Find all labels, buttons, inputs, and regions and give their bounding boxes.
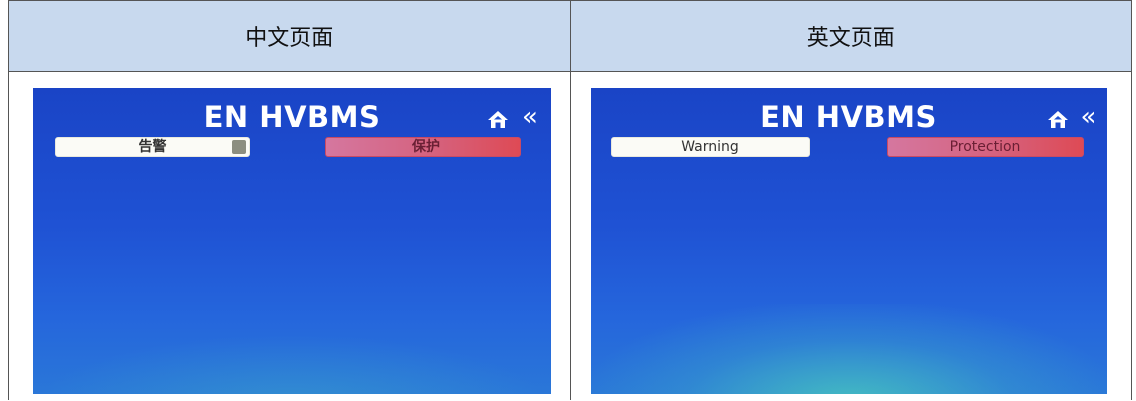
screen-title: EN HVBMS (203, 100, 381, 134)
protection-label: Protection (949, 139, 1021, 155)
toggle-knob-icon (232, 140, 246, 154)
english-cell: EN HVBMS « Warning Protection (569, 71, 1132, 400)
warning-button[interactable]: 告警 (55, 137, 250, 157)
comparison-table: 中文页面 英文页面 EN HVBMS « 告警 保护 EN HVBMS « Wa… (8, 0, 1132, 400)
protection-label: 保护 (412, 139, 440, 155)
chinese-screen: EN HVBMS « 告警 保护 (33, 88, 551, 394)
header-chinese-page: 中文页面 (8, 0, 571, 72)
double-chevron-left-icon[interactable]: « (522, 103, 538, 131)
protection-button[interactable]: Protection (886, 137, 1084, 157)
screen-title: EN HVBMS (760, 100, 937, 134)
header-english-page: 英文页面 (569, 0, 1132, 72)
warning-label: Warning (681, 139, 739, 155)
warning-button[interactable]: Warning (610, 137, 810, 157)
home-icon[interactable] (487, 110, 509, 130)
header-row: 中文页面 英文页面 (8, 0, 1132, 72)
english-screen: EN HVBMS « Warning Protection (590, 88, 1107, 394)
screens-row: EN HVBMS « 告警 保护 EN HVBMS « Warning Prot… (8, 71, 1132, 400)
home-icon[interactable] (1047, 110, 1069, 130)
double-chevron-left-icon[interactable]: « (1081, 103, 1097, 131)
protection-button[interactable]: 保护 (325, 137, 521, 157)
chinese-cell: EN HVBMS « 告警 保护 (8, 71, 571, 400)
warning-label: 告警 (138, 139, 167, 155)
